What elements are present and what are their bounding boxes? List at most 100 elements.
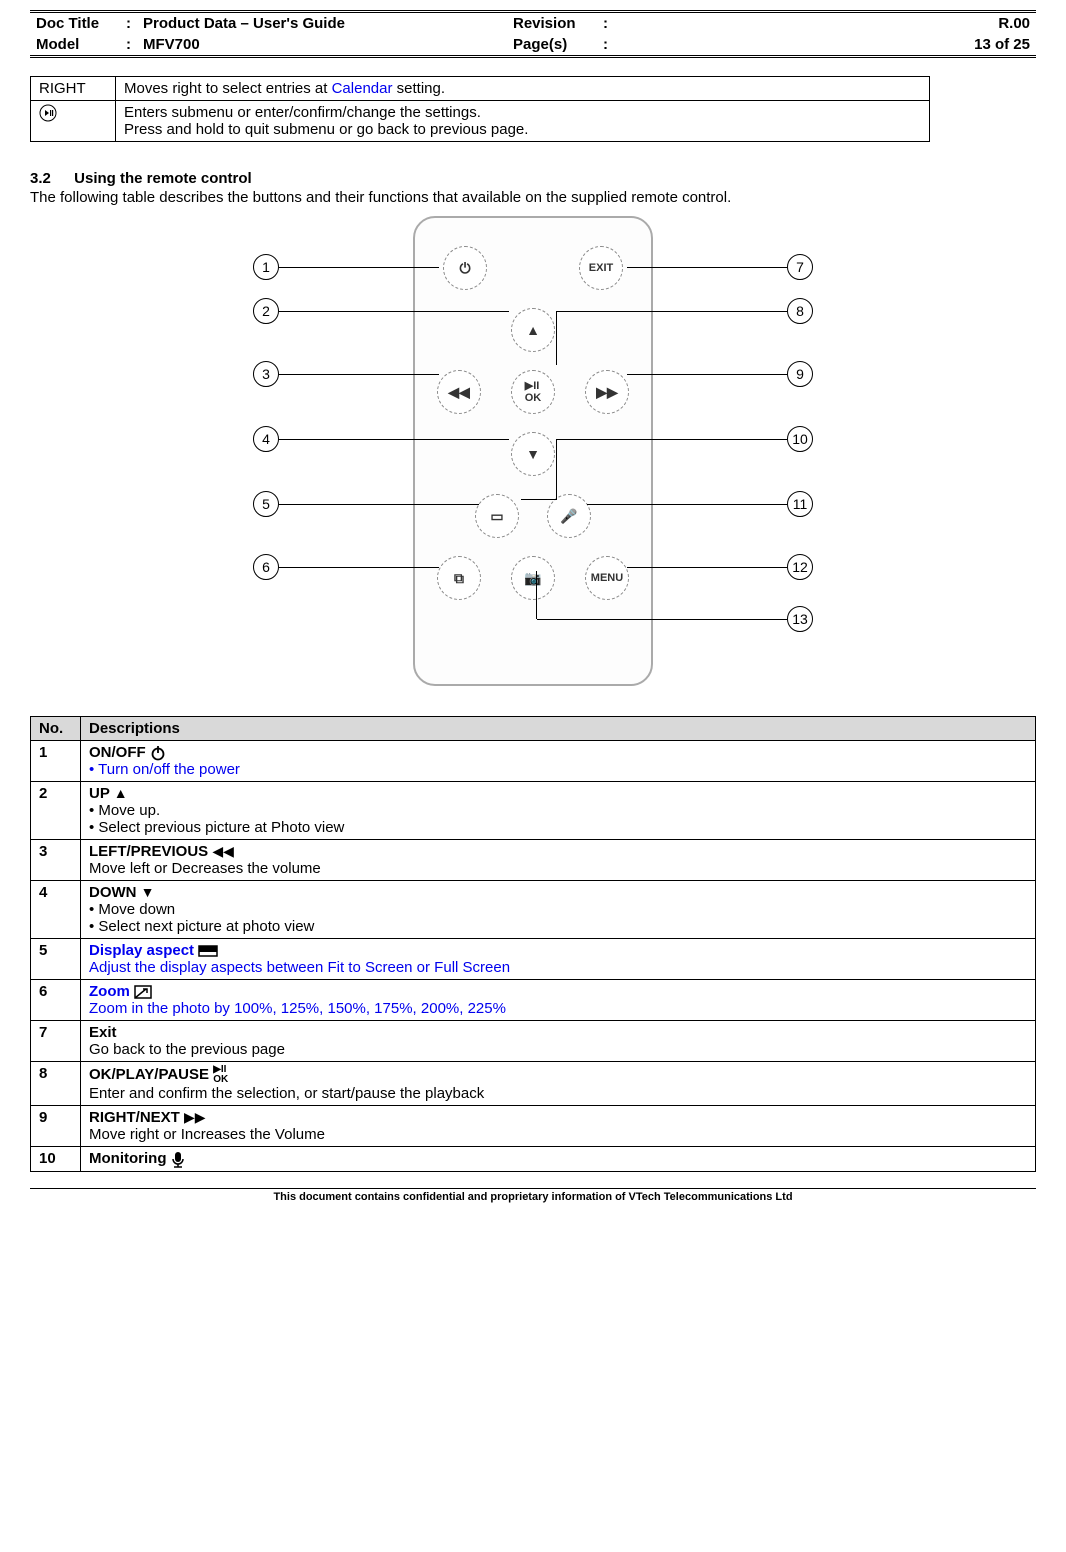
callout-3: 3 <box>253 361 279 387</box>
row-desc: DOWN ▼ Move down Select next picture at … <box>81 881 1036 939</box>
up-button-icon: ▲ <box>511 308 555 352</box>
lead-line <box>557 439 787 440</box>
zoom-icon <box>134 985 152 999</box>
row-desc: LEFT/PREVIOUS ◀◀ Move left or Decreases … <box>81 840 1036 881</box>
descriptions-table: No. Descriptions 1 ON/OFF Turn on/off th… <box>30 716 1036 1172</box>
row-no: 3 <box>31 840 81 881</box>
row-desc: UP ▲ Move up. Select previous picture at… <box>81 782 1036 840</box>
desc-title: Zoom <box>89 983 134 1000</box>
up-icon: ▲ <box>114 785 128 801</box>
row-no: 4 <box>31 881 81 939</box>
lead-line <box>279 374 439 375</box>
rewind-icon: ◀◀ <box>212 843 234 859</box>
lead-line <box>556 311 557 365</box>
colon: : <box>597 34 614 57</box>
lead-line <box>536 571 537 619</box>
row-desc: OK/PLAY/PAUSE ▶IIOK Enter and confirm th… <box>81 1062 1036 1106</box>
row-no: 6 <box>31 980 81 1021</box>
revision-value: R.00 <box>614 12 1036 35</box>
callout-6: 6 <box>253 554 279 580</box>
section-num: 3.2 <box>30 170 70 187</box>
bullet: Select next picture at photo view <box>89 918 1027 935</box>
pages-label: Page(s) <box>507 34 597 57</box>
lead-line <box>279 504 479 505</box>
monitoring-icon <box>171 1150 185 1168</box>
colon: : <box>597 12 614 35</box>
doc-title: Product Data – User's Guide <box>137 12 507 35</box>
ok-button-icon: ▶IIOK <box>511 370 555 414</box>
lead-line <box>279 311 509 312</box>
bullet: Turn on/off the power <box>89 761 1027 778</box>
info-text: Moves right to select entries at Calenda… <box>116 77 930 101</box>
desc-title: Exit <box>89 1024 117 1041</box>
aspect-button-icon: ▭ <box>475 494 519 538</box>
colon: : <box>120 12 137 35</box>
row-no: 5 <box>31 939 81 980</box>
ff-icon: ▶▶ <box>184 1109 206 1125</box>
doc-title-label: Doc Title <box>30 12 120 35</box>
lead-line <box>279 267 439 268</box>
zoom-button-icon: ⧉ <box>437 556 481 600</box>
colon: : <box>120 34 137 57</box>
info-line2: Press and hold to quit submenu or go bac… <box>124 121 921 138</box>
lead-line <box>556 439 557 499</box>
desc-title: DOWN <box>89 884 141 901</box>
callout-1: 1 <box>253 254 279 280</box>
callout-7: 7 <box>787 254 813 280</box>
header-desc: Descriptions <box>81 717 1036 741</box>
mic-button-icon: 🎤 <box>547 494 591 538</box>
down-icon: ▼ <box>141 884 155 900</box>
row-desc: Monitoring <box>81 1147 1036 1172</box>
lead-line <box>537 619 787 620</box>
bullet: Move up. <box>89 802 1027 819</box>
revision-label: Revision <box>507 12 597 35</box>
down-button-icon: ▼ <box>511 432 555 476</box>
play-pause-circle-icon <box>31 101 116 142</box>
desc-line: Move left or Decreases the volume <box>89 860 1027 877</box>
exit-button-icon: EXIT <box>579 246 623 290</box>
row-no: 1 <box>31 741 81 782</box>
power-button-icon: ⏻ <box>443 246 487 290</box>
row-desc: Display aspect Adjust the display aspect… <box>81 939 1036 980</box>
section-heading: 3.2 Using the remote control <box>30 170 1036 187</box>
pages-value: 13 of 25 <box>614 34 1036 57</box>
row-no: 9 <box>31 1106 81 1147</box>
callout-13: 13 <box>787 606 813 632</box>
remote-body: ⏻ EXIT ▲ ◀◀ ▶IIOK ▶▶ ▼ ▭ 🎤 ⧉ 📷 MENU <box>413 216 653 686</box>
desc-line: Zoom in the photo by 100%, 125%, 150%, 1… <box>89 1000 1027 1017</box>
info-text-post: setting. <box>392 80 445 97</box>
row-no: 10 <box>31 1147 81 1172</box>
callout-11: 11 <box>787 491 813 517</box>
model-label: Model <box>30 34 120 57</box>
desc-title: Display aspect <box>89 942 198 959</box>
callout-12: 12 <box>787 554 813 580</box>
desc-title: RIGHT/NEXT <box>89 1109 184 1126</box>
desc-title: OK/PLAY/PAUSE <box>89 1066 213 1083</box>
lead-line <box>627 567 787 568</box>
header-no: No. <box>31 717 81 741</box>
lead-line <box>627 374 787 375</box>
info-label: RIGHT <box>31 77 116 101</box>
callout-5: 5 <box>253 491 279 517</box>
remote-diagram: ⏻ EXIT ▲ ◀◀ ▶IIOK ▶▶ ▼ ▭ 🎤 ⧉ 📷 MENU 1 2 … <box>233 216 833 696</box>
desc-title: ON/OFF <box>89 744 150 761</box>
info-table: RIGHT Moves right to select entries at C… <box>30 76 930 142</box>
right-button-icon: ▶▶ <box>585 370 629 414</box>
row-no: 8 <box>31 1062 81 1106</box>
calendar-link: Calendar <box>332 80 393 97</box>
callout-4: 4 <box>253 426 279 452</box>
lead-line <box>279 567 439 568</box>
desc-line: Adjust the display aspects between Fit t… <box>89 959 1027 976</box>
doc-header: Doc Title : Product Data – User's Guide … <box>30 10 1036 58</box>
section-title: Using the remote control <box>74 170 252 187</box>
row-desc: Exit Go back to the previous page <box>81 1021 1036 1062</box>
callout-2: 2 <box>253 298 279 324</box>
aspect-icon <box>198 945 218 957</box>
callout-8: 8 <box>787 298 813 324</box>
desc-title: LEFT/PREVIOUS <box>89 843 212 860</box>
callout-9: 9 <box>787 361 813 387</box>
row-desc: RIGHT/NEXT ▶▶ Move right or Increases th… <box>81 1106 1036 1147</box>
desc-title: UP <box>89 785 114 802</box>
bullet: Select previous picture at Photo view <box>89 819 1027 836</box>
lead-line <box>627 267 787 268</box>
